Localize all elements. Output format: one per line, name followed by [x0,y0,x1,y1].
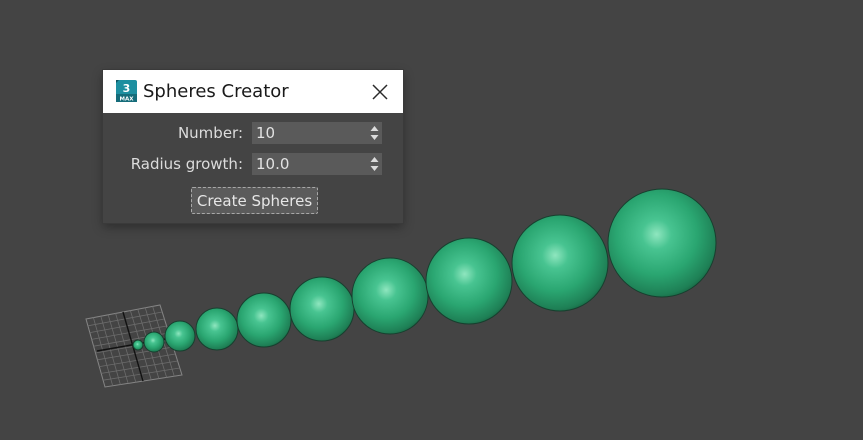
app-icon-label: MAX [120,97,135,103]
spheres-creator-dialog: 3 MAX Spheres Creator Number: Radius gro… [103,70,403,223]
number-label: Number: [177,124,243,142]
sphere-5[interactable] [236,292,292,348]
radius-growth-row: Radius growth: [103,153,403,175]
sphere-6[interactable] [289,276,355,342]
spinner-down-arrow-icon[interactable] [370,165,379,172]
number-spinner[interactable] [252,122,382,144]
radius-growth-input[interactable] [252,153,362,175]
3ds-max-app-icon: 3 MAX [116,80,137,103]
create-spheres-button[interactable]: Create Spheres [191,187,318,214]
dialog-title: Spheres Creator [143,81,289,102]
sphere-4[interactable] [195,307,239,351]
number-input[interactable] [252,122,362,144]
radius-growth-label: Radius growth: [130,155,243,173]
sphere-3[interactable] [164,320,196,352]
dialog-titlebar[interactable]: 3 MAX Spheres Creator [103,70,403,113]
sphere-7[interactable] [351,257,429,335]
sphere-10[interactable] [607,188,717,298]
app-icon-number: 3 [123,82,131,95]
sphere-2[interactable] [143,331,165,353]
sphere-9[interactable] [511,214,609,312]
spinner-down-arrow-icon[interactable] [370,134,379,141]
radius-growth-spinner-arrows [370,156,379,172]
sphere-1[interactable] [132,339,144,351]
sphere-8[interactable] [425,237,513,325]
close-icon[interactable] [370,82,390,102]
spinner-up-arrow-icon[interactable] [370,156,379,163]
radius-growth-spinner[interactable] [252,153,382,175]
number-spinner-arrows [370,125,379,141]
spinner-up-arrow-icon[interactable] [370,125,379,132]
number-row: Number: [103,122,403,144]
